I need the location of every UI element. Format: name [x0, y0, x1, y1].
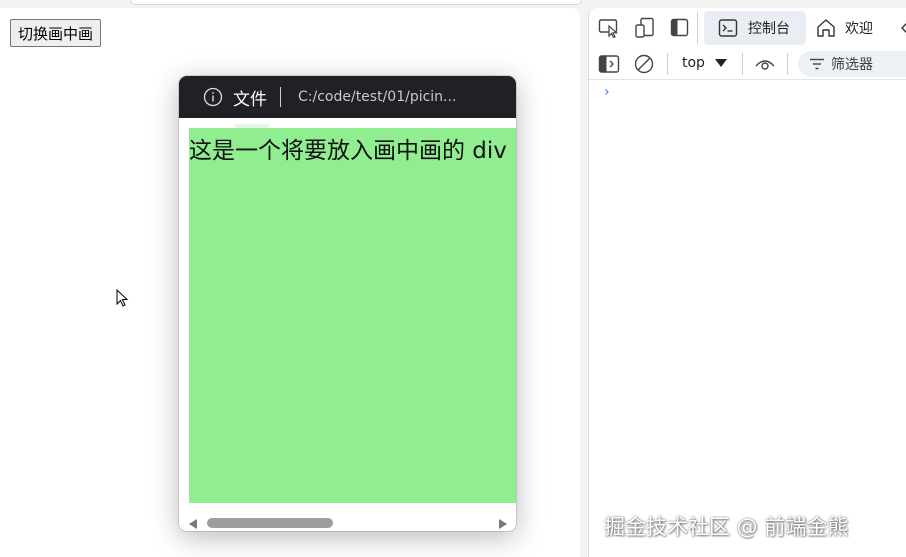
dock-side-icon[interactable]: [670, 18, 690, 38]
scroll-right-arrow-icon[interactable]: [499, 519, 507, 529]
scroll-left-arrow-icon[interactable]: [189, 519, 197, 529]
clear-console-icon[interactable]: [633, 53, 655, 75]
tab-console-label: 控制台: [748, 21, 790, 37]
pip-content-div: 这是一个将要放入画中画的 div: [189, 128, 516, 503]
info-icon: [203, 87, 223, 107]
devtools-main-toolbar: 控制台 欢迎: [589, 8, 906, 46]
watermark: 掘金技术社区 @ 前端金熊: [604, 515, 849, 539]
console-prompt[interactable]: ›: [604, 84, 610, 100]
title-separator: [280, 87, 281, 107]
mouse-cursor-icon: [116, 289, 129, 307]
filter-placeholder: 筛选器: [831, 57, 873, 73]
site-info-button[interactable]: 文件: [203, 85, 267, 110]
pip-content-text: 这是一个将要放入画中画的 div: [189, 138, 507, 164]
pip-url: C:/code/test/01/picin...: [298, 89, 457, 105]
horizontal-scrollbar[interactable]: [179, 515, 516, 531]
toolbar-divider: [787, 53, 788, 75]
device-emulation-icon[interactable]: [634, 17, 656, 39]
context-label: top: [682, 55, 705, 71]
console-toolbar: top 筛选器: [589, 49, 906, 80]
home-icon: [817, 19, 835, 37]
file-label: 文件: [233, 89, 267, 110]
tab-welcome[interactable]: 欢迎: [815, 11, 873, 45]
toolbar-divider: [667, 53, 668, 75]
dropdown-arrow-icon: [714, 59, 727, 67]
pip-title-bar: 文件 C:/code/test/01/picin...: [179, 76, 516, 118]
more-tabs-chevron-icon[interactable]: [901, 22, 906, 34]
show-sidebar-icon[interactable]: [598, 54, 620, 74]
filter-input[interactable]: 筛选器: [798, 51, 906, 77]
pip-window[interactable]: 文件 C:/code/test/01/picin... 这是一个将要放入画中画的…: [179, 76, 516, 531]
tab-console[interactable]: 控制台: [704, 11, 806, 45]
tab-welcome-label: 欢迎: [845, 21, 873, 37]
address-bar-edge: [130, 0, 582, 5]
inspect-element-icon[interactable]: [598, 18, 620, 38]
scrollbar-thumb[interactable]: [207, 518, 333, 528]
toggle-pip-button[interactable]: 切换画中画: [10, 19, 102, 47]
filter-icon: [810, 58, 824, 70]
live-expression-eye-icon[interactable]: [754, 56, 776, 72]
toolbar-divider: [697, 12, 698, 44]
console-icon: [718, 19, 738, 37]
devtools-panel: 控制台 欢迎 top 筛选器 ›: [588, 8, 906, 557]
context-selector[interactable]: top: [682, 55, 728, 71]
toolbar-divider: [742, 53, 743, 75]
